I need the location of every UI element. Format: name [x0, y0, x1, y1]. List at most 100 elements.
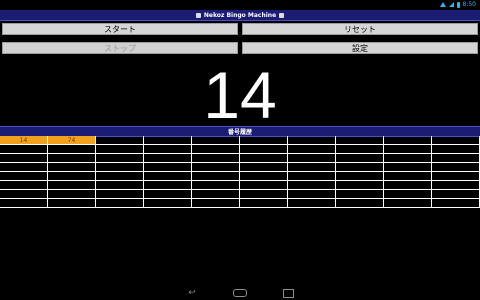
history-cell: [48, 199, 96, 208]
history-cell: [432, 136, 480, 145]
history-cell: [144, 172, 192, 181]
history-cell: [192, 154, 240, 163]
history-cell: 14: [0, 136, 48, 145]
history-cell: [0, 199, 48, 208]
history-cell: [336, 199, 384, 208]
history-cell: [384, 145, 432, 154]
history-cell: [144, 190, 192, 199]
cat-icon: [279, 12, 285, 18]
history-cell: [384, 190, 432, 199]
history-cell: [192, 190, 240, 199]
history-cell: [288, 181, 336, 190]
history-cell: [336, 163, 384, 172]
battery-icon: [456, 1, 460, 8]
wifi-icon: [439, 2, 446, 7]
history-cell: [336, 154, 384, 163]
history-cell: [336, 181, 384, 190]
history-cell: [192, 199, 240, 208]
history-cell: [432, 199, 480, 208]
history-cell: [288, 154, 336, 163]
history-cell: [240, 145, 288, 154]
history-cell: [192, 172, 240, 181]
history-cell: [48, 145, 96, 154]
history-cell: [336, 136, 384, 145]
history-cell: [96, 181, 144, 190]
history-cell: [288, 145, 336, 154]
history-cell: [96, 199, 144, 208]
history-cell: [0, 163, 48, 172]
history-cell: [384, 172, 432, 181]
history-cell: [96, 145, 144, 154]
history-cell: [432, 172, 480, 181]
stop-button[interactable]: ストップ: [2, 42, 238, 54]
status-icons: 8:50: [439, 0, 476, 9]
history-cell: [336, 145, 384, 154]
history-cell: [432, 154, 480, 163]
history-cell: [48, 163, 96, 172]
signal-icon: [448, 2, 454, 7]
history-cell: [0, 172, 48, 181]
reset-button[interactable]: リセット: [242, 23, 478, 35]
history-cell: [48, 181, 96, 190]
recent-apps-icon[interactable]: [281, 288, 295, 298]
history-cell: [288, 163, 336, 172]
history-cell: [336, 190, 384, 199]
history-cell: [288, 136, 336, 145]
history-cell: [48, 154, 96, 163]
status-bar: 8:50: [0, 0, 480, 9]
history-cell: [240, 163, 288, 172]
history-cell: [96, 136, 144, 145]
history-cell: [384, 181, 432, 190]
history-cell: [432, 163, 480, 172]
history-cell: [432, 190, 480, 199]
history-cell: [48, 172, 96, 181]
history-cell: [240, 136, 288, 145]
back-icon[interactable]: ↩: [185, 288, 199, 298]
start-button[interactable]: スタート: [2, 23, 238, 35]
history-cell: [192, 145, 240, 154]
history-cell: [96, 190, 144, 199]
status-time: 8:50: [462, 1, 476, 8]
history-cell: [0, 154, 48, 163]
history-cell: [96, 163, 144, 172]
history-cell: [192, 181, 240, 190]
history-cell: [432, 181, 480, 190]
history-cell: [144, 199, 192, 208]
history-cell: [288, 199, 336, 208]
history-cell: [144, 136, 192, 145]
history-cell: [384, 136, 432, 145]
history-cell: [0, 181, 48, 190]
history-cell: [336, 172, 384, 181]
history-cell: [192, 163, 240, 172]
navigation-bar: ↩: [0, 286, 480, 300]
history-cell: [240, 199, 288, 208]
history-cell: 74: [48, 136, 96, 145]
history-cell: [240, 154, 288, 163]
history-cell: [0, 145, 48, 154]
history-cell: [48, 190, 96, 199]
history-cell: [240, 172, 288, 181]
home-icon[interactable]: [233, 289, 247, 297]
history-cell: [240, 190, 288, 199]
history-cell: [240, 181, 288, 190]
history-cell: [288, 190, 336, 199]
history-cell: [96, 154, 144, 163]
cat-icon: [195, 12, 201, 18]
history-cell: [144, 145, 192, 154]
history-cell: [384, 199, 432, 208]
history-grid: 14 74: [0, 136, 480, 208]
title-bar: Nekoz Bingo Machine: [0, 10, 480, 21]
history-cell: [96, 172, 144, 181]
history-cell: [432, 145, 480, 154]
history-cell: [384, 163, 432, 172]
history-cell: [144, 154, 192, 163]
history-cell: [144, 163, 192, 172]
app-title: Nekoz Bingo Machine: [203, 11, 277, 19]
current-number: 14: [203, 58, 277, 132]
settings-button[interactable]: 設定: [242, 42, 478, 54]
history-cell: [288, 172, 336, 181]
history-cell: [0, 190, 48, 199]
history-cell: [192, 136, 240, 145]
history-cell: [144, 181, 192, 190]
history-cell: [384, 154, 432, 163]
